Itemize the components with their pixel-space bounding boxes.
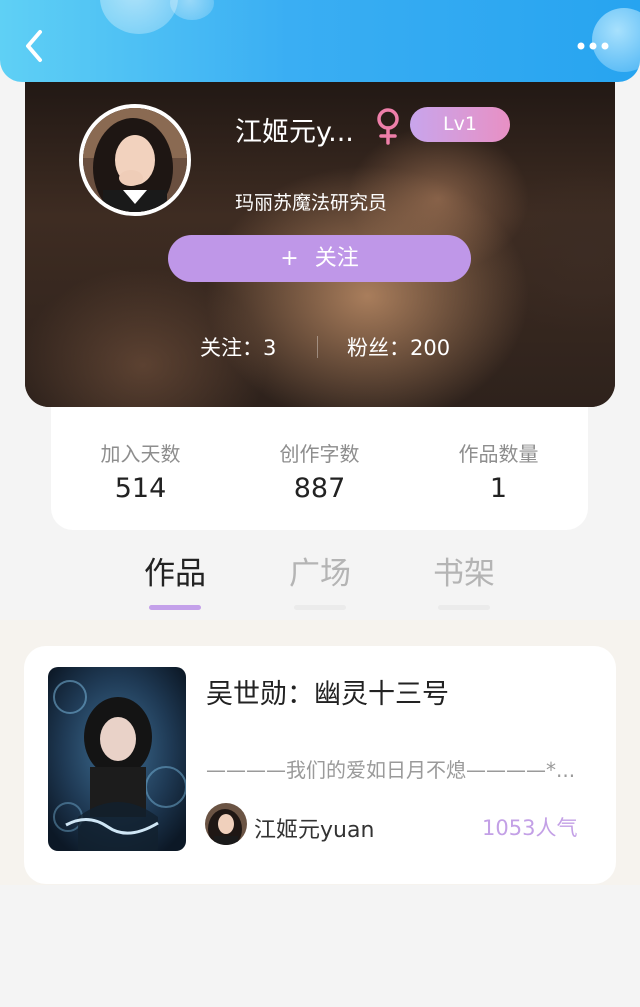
- stat-value: 887: [293, 473, 346, 504]
- stat-word-count: 创作字数 887: [230, 438, 409, 504]
- stat-value: 514: [114, 473, 167, 504]
- profile-card: 江姬元y... Lv1 玛丽苏魔法研究员 + 关注 关注：3 粉丝：200: [25, 60, 615, 407]
- stats-panel: 加入天数 514 创作字数 887 作品数量 1: [51, 395, 588, 530]
- work-card[interactable]: 吴世勋：幽灵十三号 ————我们的爱如日月不熄————*... 江姬元yuan …: [24, 646, 616, 884]
- tab-indicator: [149, 605, 201, 610]
- tab-label: 作品: [144, 556, 206, 592]
- level-badge: Lv1: [410, 107, 510, 142]
- divider: [317, 336, 318, 358]
- profile-title: 玛丽苏魔法研究员: [235, 192, 388, 214]
- avatar[interactable]: [79, 104, 191, 216]
- fans-count[interactable]: 粉丝：200: [347, 332, 450, 362]
- tab-label: 书架: [433, 556, 495, 592]
- tab-label: 广场: [289, 556, 351, 592]
- book-cover[interactable]: [48, 667, 186, 851]
- stat-works-count: 作品数量 1: [409, 438, 588, 504]
- stat-value: 1: [489, 473, 508, 504]
- follow-button-label: 关注: [314, 246, 359, 271]
- profile-name: 江姬元y...: [235, 117, 354, 148]
- tab-indicator: [294, 605, 346, 610]
- tab-indicator: [438, 605, 490, 610]
- more-horizontal-icon: [577, 42, 609, 50]
- work-title[interactable]: 吴世勋：幽灵十三号: [206, 672, 449, 711]
- more-button[interactable]: [570, 36, 616, 56]
- tab-works[interactable]: 作品: [125, 548, 225, 610]
- avatar-image: [83, 108, 187, 212]
- work-summary: ————我们的爱如日月不熄————*...: [206, 758, 576, 782]
- stat-label: 作品数量: [458, 442, 539, 466]
- female-icon: [374, 106, 402, 146]
- decorative-bubble: [100, 0, 178, 34]
- author-avatar[interactable]: [205, 803, 247, 845]
- popularity-count: 1053人气: [482, 816, 578, 840]
- following-count[interactable]: 关注：3: [200, 332, 276, 362]
- plus-icon: +: [280, 246, 299, 271]
- stat-label: 创作字数: [279, 442, 360, 466]
- author-name: 江姬元yuan: [254, 818, 375, 843]
- author-avatar-image: [205, 803, 247, 845]
- top-header: [0, 0, 640, 82]
- tab-bar: 作品 广场 书架: [0, 540, 640, 618]
- works-list: 吴世勋：幽灵十三号 ————我们的爱如日月不熄————*... 江姬元yuan …: [0, 620, 640, 885]
- stat-join-days: 加入天数 514: [51, 438, 230, 504]
- back-button[interactable]: [18, 28, 50, 64]
- chevron-left-icon: [26, 30, 42, 62]
- book-cover-image: [48, 667, 186, 851]
- stat-label: 加入天数: [100, 442, 181, 466]
- tab-plaza[interactable]: 广场: [270, 548, 370, 610]
- follow-stats: 关注：3 粉丝：200: [25, 332, 615, 362]
- tab-bookshelf[interactable]: 书架: [414, 548, 514, 610]
- follow-button[interactable]: + 关注: [168, 235, 471, 282]
- decorative-bubble: [170, 0, 214, 20]
